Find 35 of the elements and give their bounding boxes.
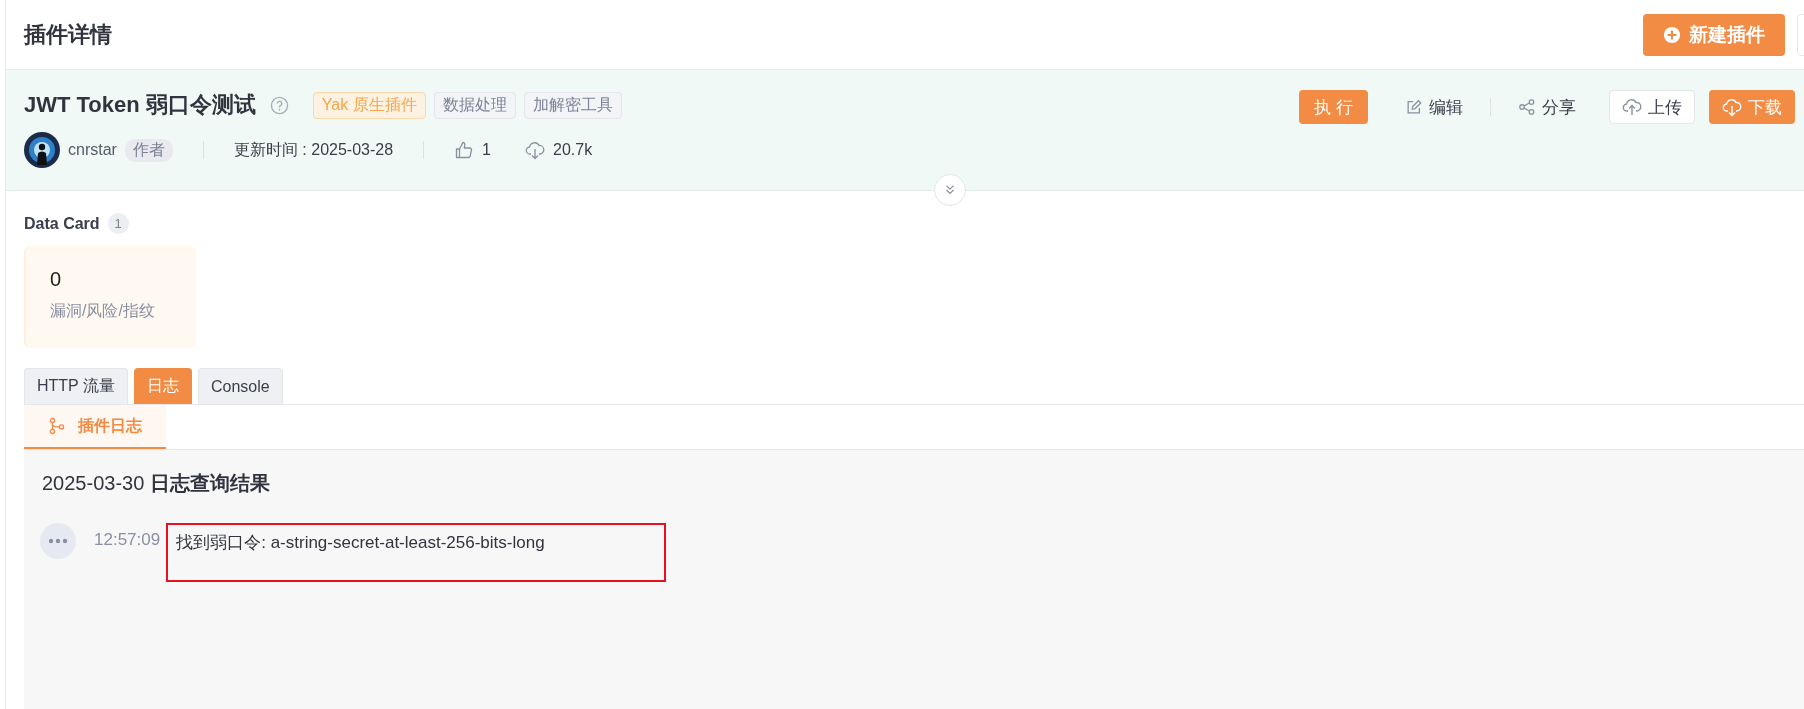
download-count: 20.7k bbox=[553, 141, 593, 159]
more-icon[interactable] bbox=[40, 523, 76, 559]
upload-button[interactable]: 上传 bbox=[1609, 90, 1695, 124]
share-button[interactable]: 分享 bbox=[1509, 90, 1585, 124]
collapse-button[interactable] bbox=[934, 174, 966, 206]
log-heading: 2025-03-30 日志查询结果 bbox=[42, 471, 270, 496]
thumbs-up-icon[interactable] bbox=[454, 140, 475, 160]
like-count: 1 bbox=[482, 141, 491, 159]
avatar bbox=[24, 132, 60, 168]
count-badge: 1 bbox=[107, 213, 129, 234]
stat-label: 漏洞/风险/指纹 bbox=[50, 301, 156, 321]
share-icon bbox=[1518, 98, 1536, 116]
branch-icon bbox=[48, 417, 66, 435]
plus-circle-icon bbox=[1663, 25, 1681, 44]
update-time: 更新时间 : 2025-03-28 bbox=[233, 139, 394, 160]
plugin-type-tag: Yak 原生插件 bbox=[312, 91, 426, 119]
edit-icon bbox=[1405, 98, 1423, 116]
tab[interactable]: Console bbox=[197, 368, 283, 404]
category-tag: 加解密工具 bbox=[523, 91, 622, 119]
page-title: 插件详情 bbox=[24, 20, 112, 49]
log-message: 找到弱口令: a-string-secret-at-least-256-bits-long bbox=[176, 533, 545, 552]
section-title: Data Card bbox=[24, 214, 100, 233]
double-chevron-icon bbox=[943, 183, 957, 197]
author-badge: 作者 bbox=[124, 138, 173, 162]
cloud-download-icon[interactable] bbox=[525, 140, 545, 160]
log-time: 12:57:09 bbox=[94, 530, 161, 550]
cloud-download-icon bbox=[1722, 97, 1742, 117]
category-tag: 数据处理 bbox=[433, 91, 516, 119]
tab[interactable]: HTTP 流量 bbox=[24, 368, 128, 404]
cloud-upload-icon bbox=[1622, 97, 1642, 117]
plugin-name: JWT Token 弱口令测试 bbox=[24, 91, 256, 119]
edit-button[interactable]: 编辑 bbox=[1396, 90, 1472, 124]
help-icon[interactable] bbox=[269, 95, 289, 115]
stat-value: 0 bbox=[50, 268, 63, 291]
author-name[interactable]: cnrstar bbox=[68, 141, 117, 159]
